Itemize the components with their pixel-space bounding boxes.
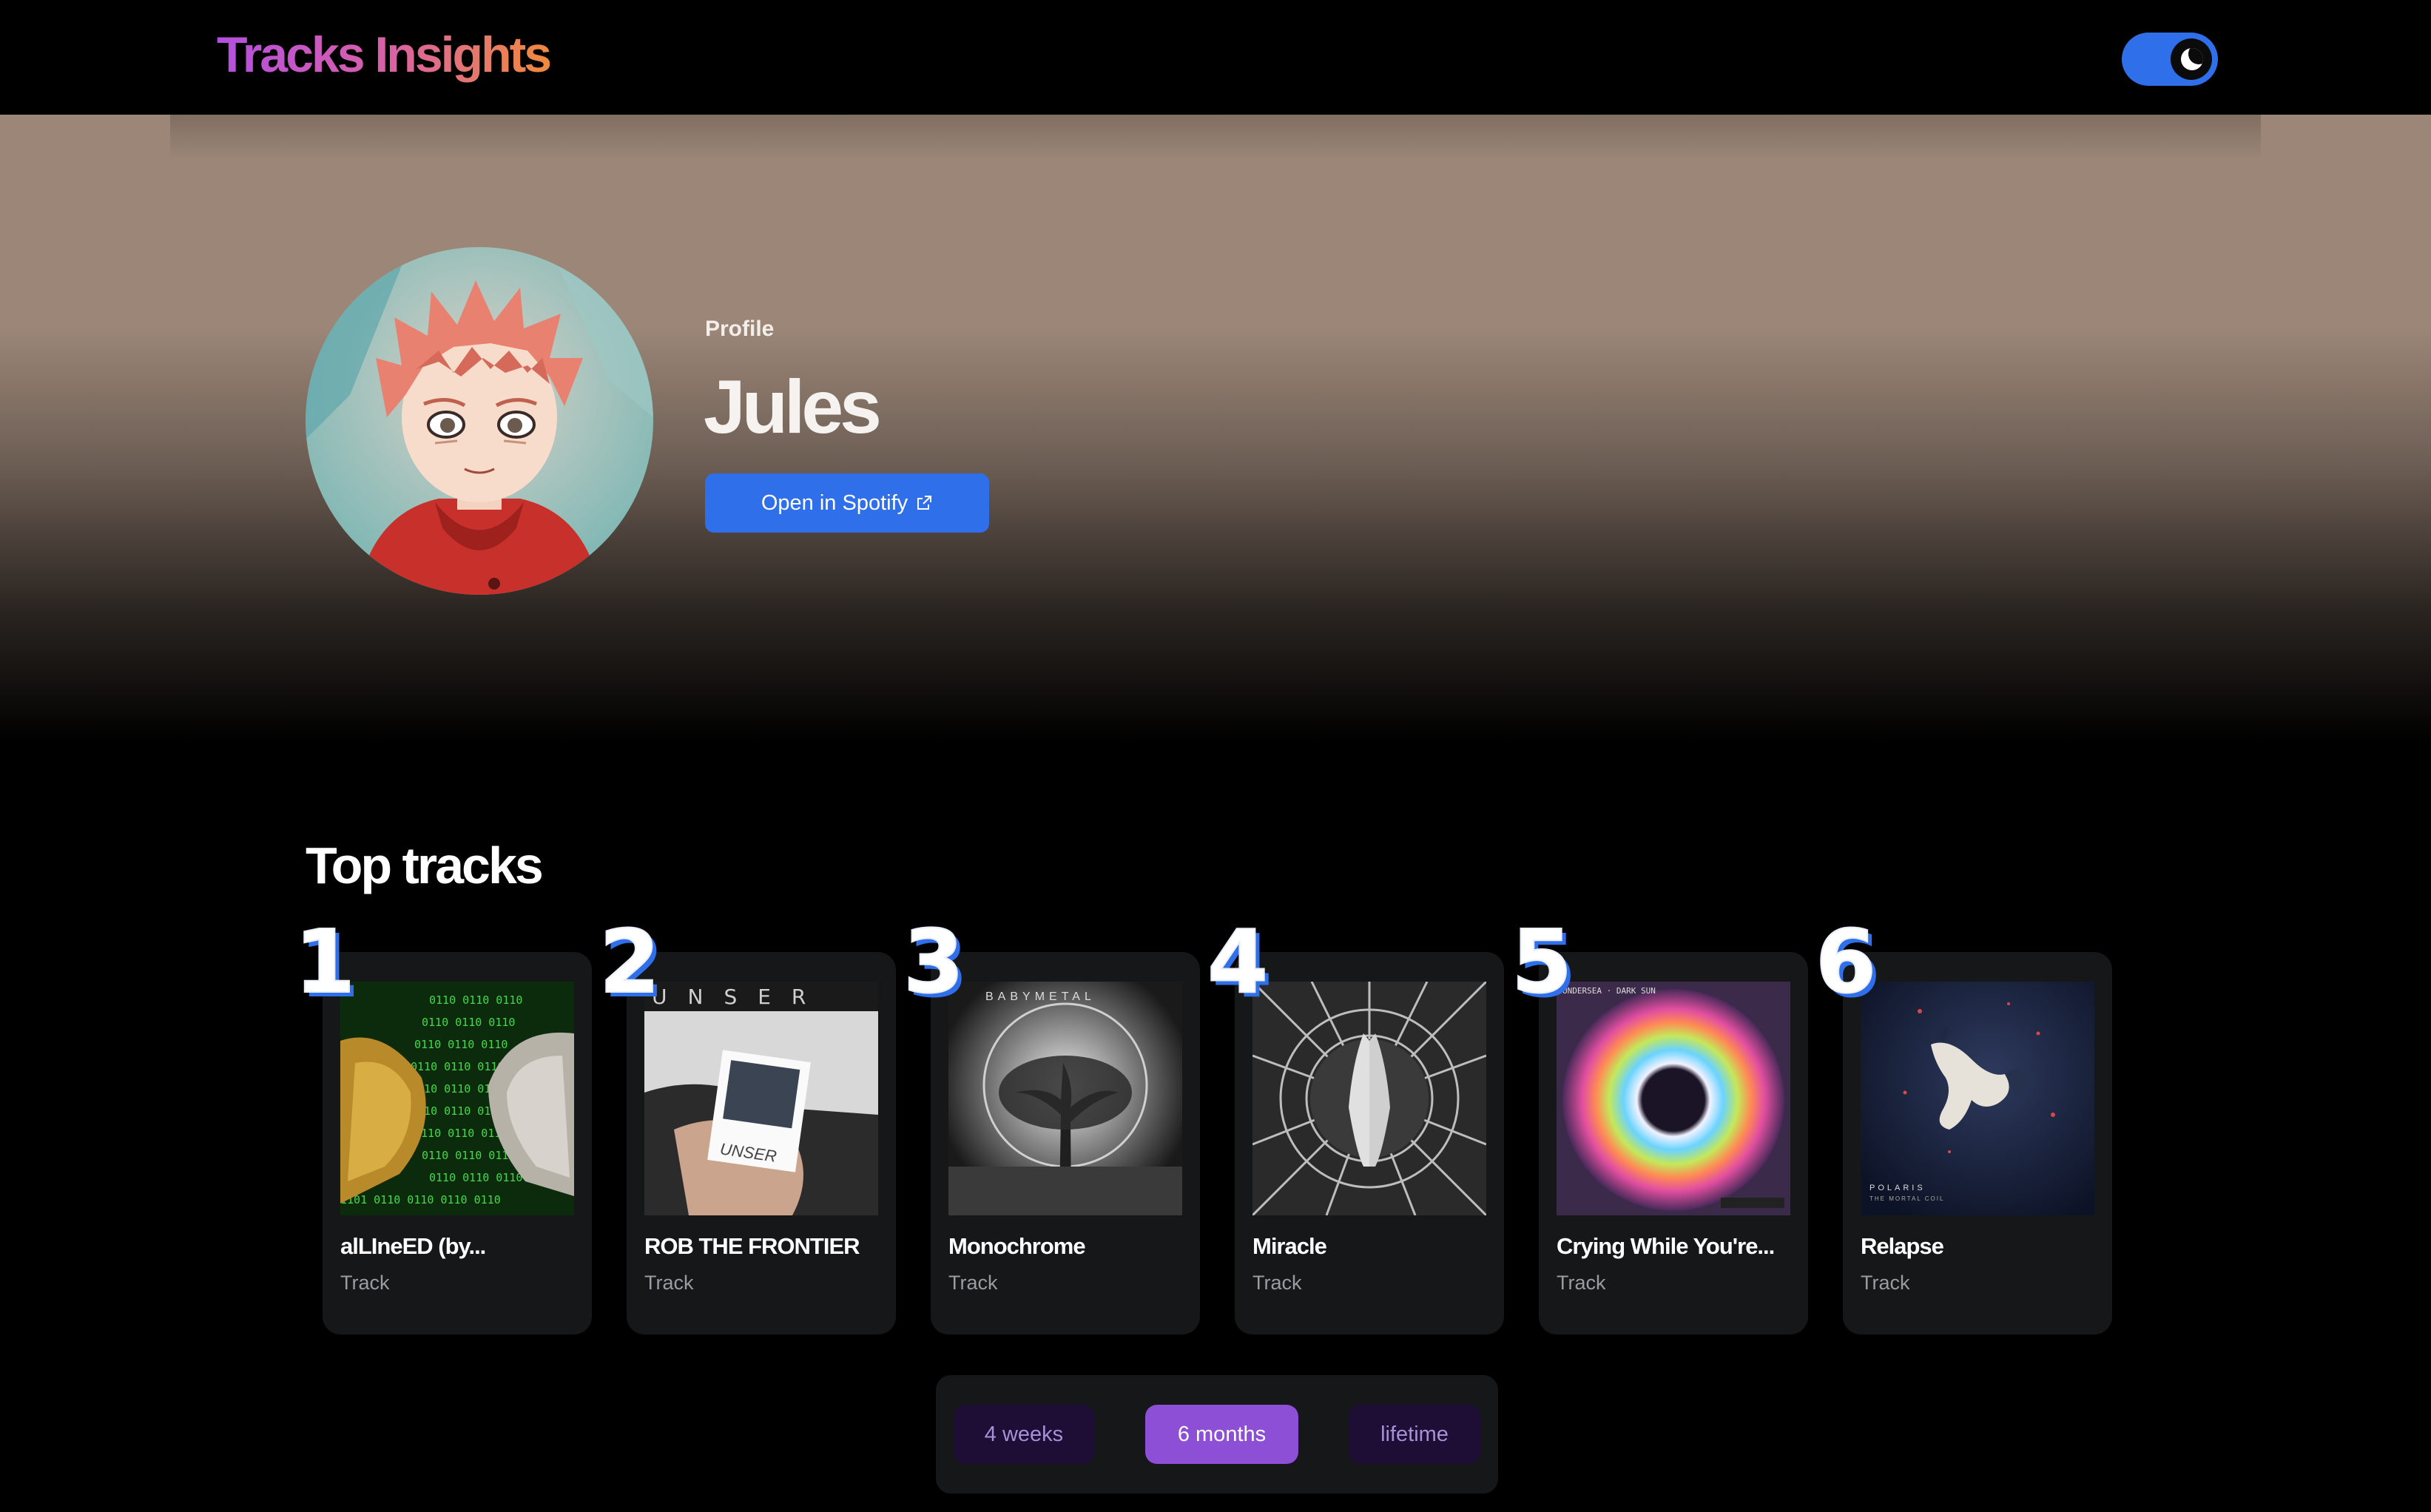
track-card[interactable]: BABYMETAL Monochrome Track <box>931 952 1200 1334</box>
track-card[interactable]: 0110 0110 0110 0110 0110 0110 0110 0110 0… <box>323 952 592 1334</box>
moon-icon <box>2181 48 2203 70</box>
album-cover <box>1252 982 1486 1215</box>
track-title: Miracle <box>1252 1233 1327 1259</box>
external-link-icon <box>917 496 932 510</box>
rank-number: 5 <box>1511 911 1573 1013</box>
track-type: Track <box>1252 1272 1302 1294</box>
album-cover: 0110 0110 0110 0110 0110 0110 0110 0110 0… <box>340 982 574 1215</box>
svg-text:0110 0110 0110: 0110 0110 0110 <box>429 993 522 1007</box>
track-card[interactable]: UNDERSEA · DARK SUN Crying While You're.… <box>1539 952 1808 1334</box>
range-6-months-button[interactable]: 6 months <box>1145 1405 1298 1464</box>
svg-text:0110 0110 0110: 0110 0110 0110 <box>429 1171 522 1184</box>
svg-text:0110 0110 0110: 0110 0110 0110 <box>422 1016 515 1029</box>
svg-text:UNDERSEA · DARK SUN: UNDERSEA · DARK SUN <box>1562 986 1656 996</box>
rank-number: 6 <box>1815 911 1877 1013</box>
time-range-selector: 4 weeks 6 months lifetime <box>936 1375 1498 1494</box>
track-type: Track <box>1557 1272 1606 1294</box>
track-title: ROB THE FRONTIER <box>644 1233 860 1259</box>
svg-text:0110 0110 0110: 0110 0110 0110 <box>414 1127 508 1140</box>
toggle-knob <box>2171 38 2212 80</box>
top-tracks-heading: Top tracks <box>306 837 544 894</box>
svg-text:THE MORTAL COIL: THE MORTAL COIL <box>1869 1195 1944 1202</box>
track-title: Crying While You're... <box>1557 1233 1775 1259</box>
avatar <box>306 247 653 595</box>
track-title: Relapse <box>1861 1233 1944 1259</box>
track-title: Monochrome <box>948 1233 1086 1259</box>
album-cover: UNDERSEA · DARK SUN <box>1557 982 1790 1215</box>
album-cover: BABYMETAL <box>948 982 1182 1215</box>
track-card[interactable]: UNSER UNSER ROB THE FRONTIER Track <box>627 952 896 1334</box>
top-bar: Tracks Insights <box>0 0 2431 115</box>
brand-logo[interactable]: Tracks Insights <box>217 25 552 84</box>
svg-text:POLARIS: POLARIS <box>1869 1184 1926 1192</box>
range-lifetime-button[interactable]: lifetime <box>1349 1405 1480 1464</box>
profile-name: Jules <box>704 365 882 449</box>
track-card[interactable]: Miracle Track <box>1235 952 1504 1334</box>
svg-text:UNSER: UNSER <box>652 985 826 1009</box>
svg-text:1101 0110 0110 0110 0110: 1101 0110 0110 0110 0110 <box>340 1193 501 1206</box>
range-4-weeks-button[interactable]: 4 weeks <box>954 1405 1094 1464</box>
track-type: Track <box>948 1272 998 1294</box>
theme-toggle[interactable] <box>2122 33 2218 86</box>
open-in-spotify-label: Open in Spotify <box>761 490 908 515</box>
profile-label: Profile <box>705 317 775 341</box>
rank-number: 1 <box>294 911 356 1013</box>
track-title: alLIneED (by... <box>340 1233 486 1259</box>
track-card[interactable]: POLARIS THE MORTAL COIL Relapse Track <box>1843 952 2112 1334</box>
track-type: Track <box>340 1272 390 1294</box>
svg-text:0110 0110 0110: 0110 0110 0110 <box>411 1060 504 1073</box>
rank-number: 4 <box>1207 911 1269 1013</box>
banner-shadow <box>170 115 2261 159</box>
rank-number: 2 <box>599 911 661 1013</box>
album-cover: UNSER UNSER <box>644 982 878 1215</box>
svg-text:0110 0110 0110: 0110 0110 0110 <box>422 1149 515 1162</box>
open-in-spotify-button[interactable]: Open in Spotify <box>705 473 989 533</box>
svg-text:BABYMETAL: BABYMETAL <box>985 990 1096 1003</box>
rank-number: 3 <box>903 911 965 1013</box>
svg-text:0110 0110 0110: 0110 0110 0110 <box>414 1038 508 1051</box>
track-type: Track <box>1861 1272 1910 1294</box>
album-cover: POLARIS THE MORTAL COIL <box>1861 982 2094 1215</box>
track-type: Track <box>644 1272 694 1294</box>
